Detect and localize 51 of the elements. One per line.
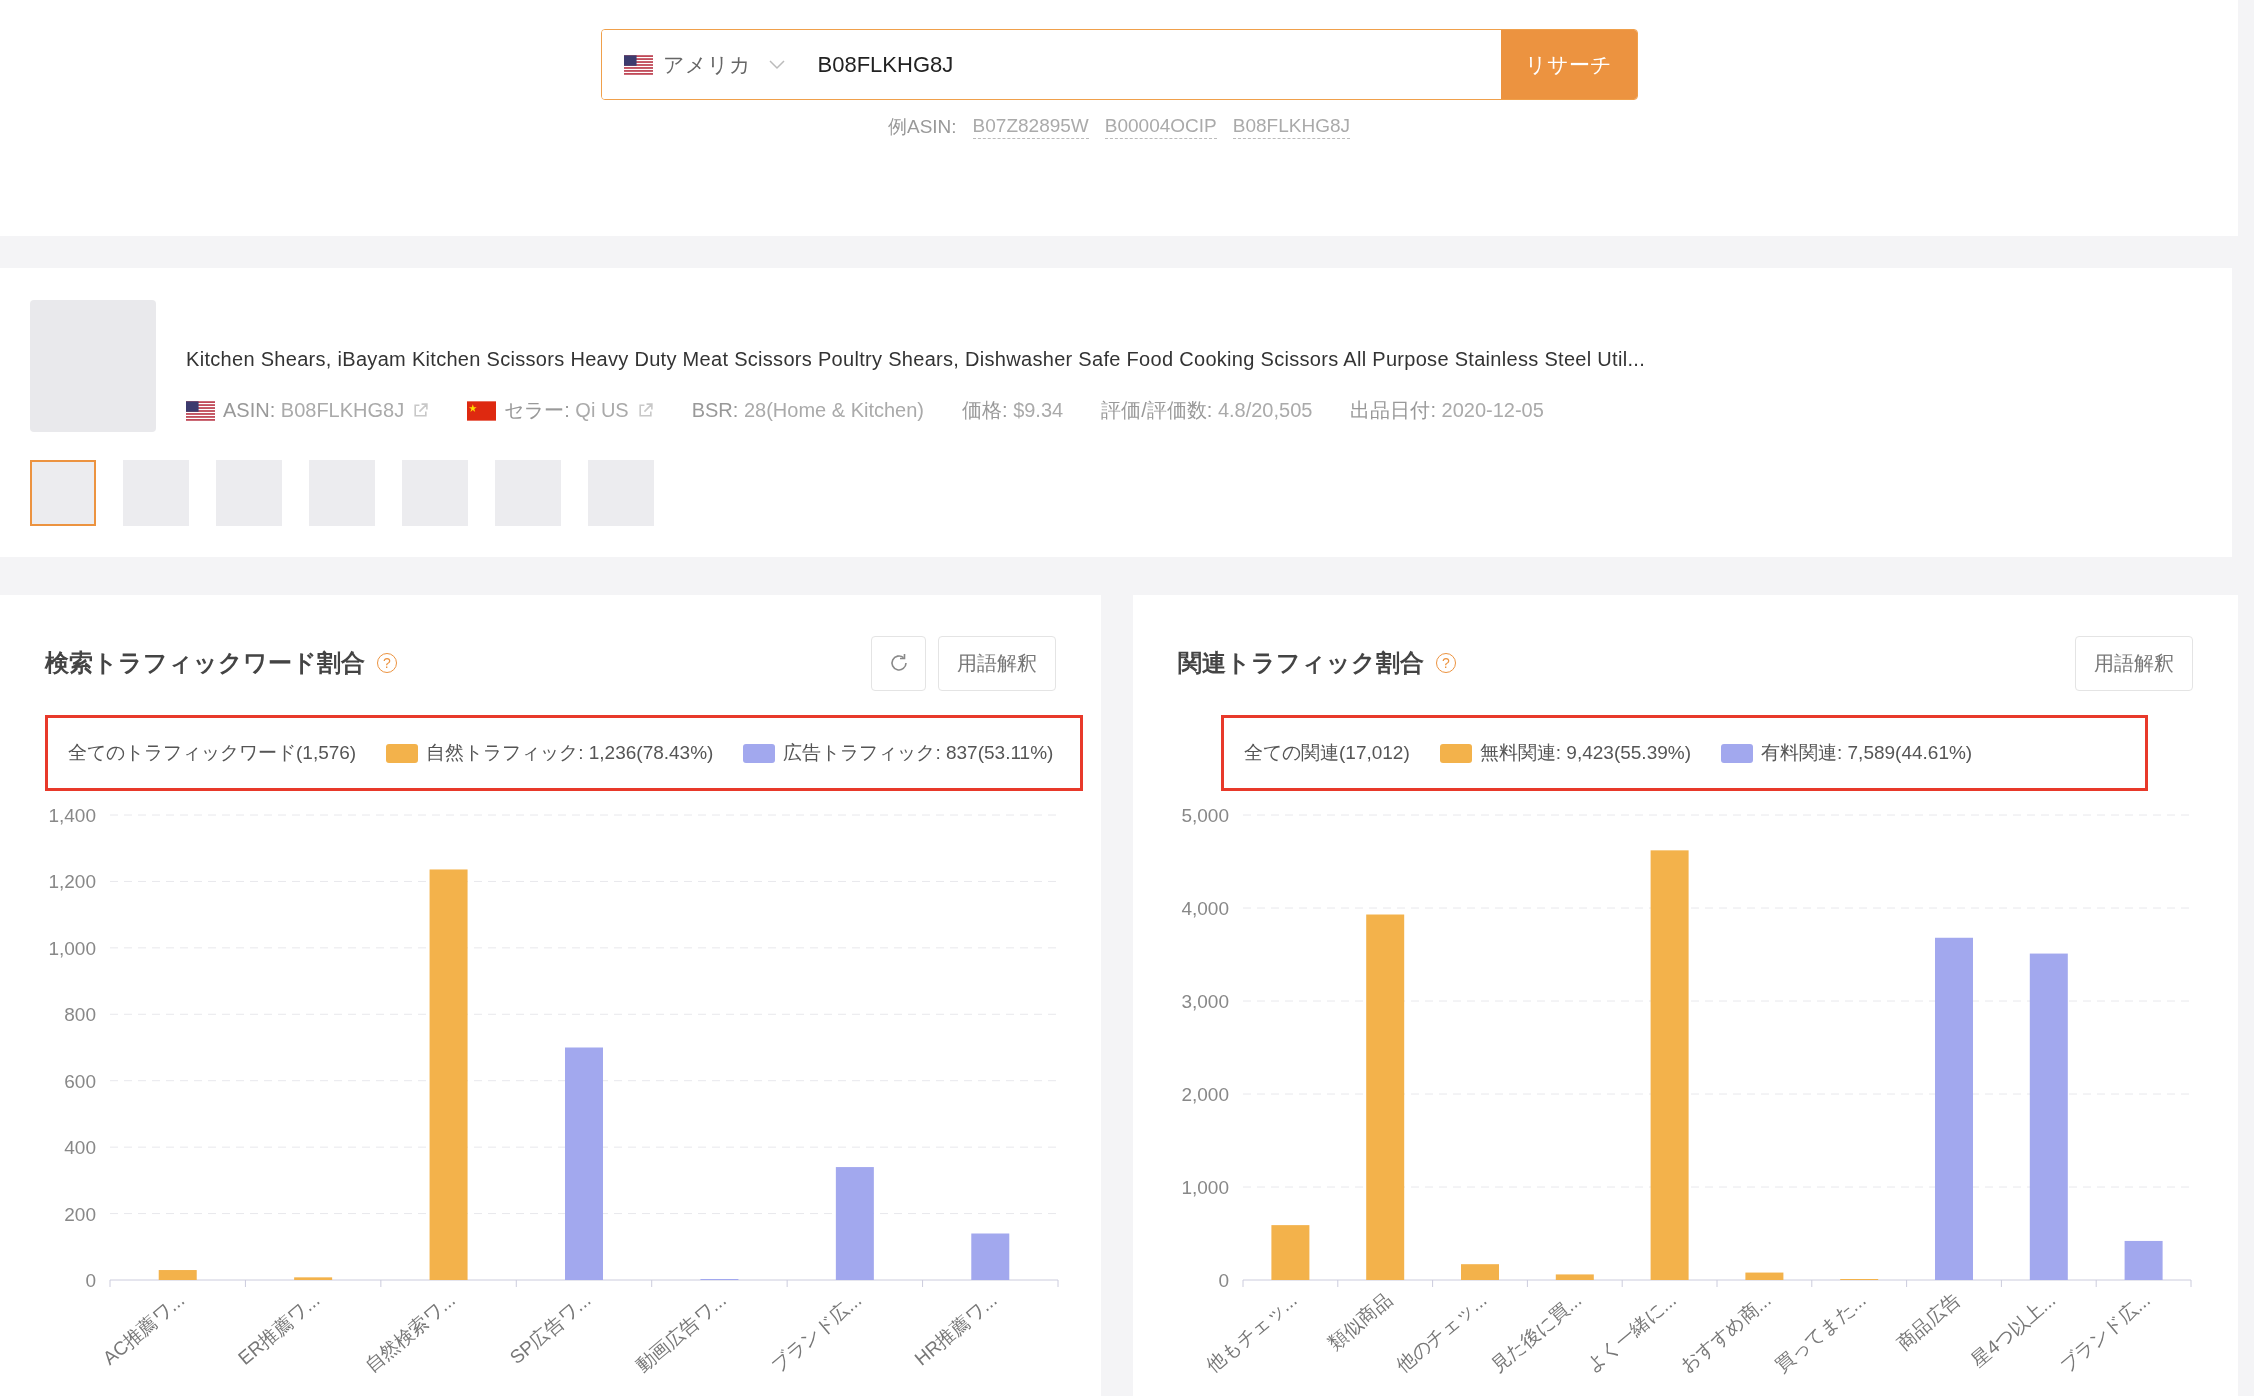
- example-asin-label: 例ASIN:: [888, 115, 957, 139]
- legend-label[interactable]: 有料関連: 7,589(44.61%): [1761, 740, 1973, 766]
- y-axis-label: 1,000: [1181, 1177, 1229, 1198]
- panel-title: 関連トラフィック割合: [1178, 648, 1424, 678]
- x-axis-label: ER推薦ワ...: [234, 1289, 324, 1369]
- y-axis-label: 800: [64, 1004, 96, 1026]
- glossary-button[interactable]: 用語解釈: [938, 635, 1056, 691]
- chevron-down-icon[interactable]: [768, 59, 785, 70]
- y-axis-label: 0: [1218, 1270, 1229, 1291]
- glossary-button[interactable]: 用語解釈: [2075, 635, 2193, 691]
- x-axis-label: 商品広告: [1892, 1289, 1965, 1354]
- us-flag-icon: [186, 400, 215, 421]
- x-axis-label: AC推薦ワ...: [98, 1289, 189, 1369]
- us-flag-icon: [623, 54, 653, 75]
- y-axis-label: 200: [64, 1203, 96, 1225]
- y-axis-label: 1,200: [48, 871, 96, 893]
- x-axis-label: 自然検索ワ...: [360, 1289, 460, 1377]
- legend-label[interactable]: 広告トラフィック: 837(53.11%): [783, 740, 1054, 766]
- product-meta-text: セラー: Qi US: [504, 398, 629, 423]
- y-axis-label: 2,000: [1181, 1084, 1229, 1105]
- china-flag-icon: [467, 400, 497, 421]
- y-axis-label: 1,400: [48, 805, 96, 826]
- y-axis-label: 3,000: [1181, 991, 1229, 1012]
- external-link-icon[interactable]: [636, 402, 654, 419]
- x-axis-label: HR推薦ワ...: [910, 1289, 1001, 1370]
- legend-label[interactable]: 無料関連: 9,423(55.39%): [1479, 740, 1691, 766]
- x-axis-label: 他もチェッ...: [1202, 1289, 1301, 1377]
- product-meta-text: 価格: $9.34: [962, 398, 1064, 423]
- y-axis-label: 4,000: [1181, 898, 1229, 919]
- y-axis-label: 400: [64, 1137, 96, 1159]
- refresh-button[interactable]: [871, 635, 926, 691]
- product-thumbnail[interactable]: [30, 460, 96, 526]
- panel-title: 検索トラフィックワード割合: [45, 648, 365, 678]
- x-axis-label: ブランド広...: [767, 1289, 866, 1377]
- external-link-icon[interactable]: [412, 402, 430, 419]
- x-axis-label: SP広告ワ...: [505, 1289, 595, 1369]
- y-axis-label: 0: [85, 1270, 96, 1291]
- y-axis-label: 600: [64, 1070, 96, 1092]
- product-title: Kitchen Shears, iBayam Kitchen Scissors Heavy Duty Meat Scissors Poultry Shears, Dishwasher Safe Food Cooking Scissors All Purpose Stainless Steel Util...: [186, 348, 1645, 371]
- x-axis-label: 動画広告ワ...: [631, 1289, 730, 1377]
- search-bar[interactable]: アメリカ B08FLKHG8J リサーチ: [600, 29, 1638, 100]
- product-meta-text: 出品日付: 2020-12-05: [1350, 398, 1544, 423]
- legend-label[interactable]: 全てのトラフィックワード(1,576): [68, 740, 357, 766]
- y-axis-label: 5,000: [1181, 805, 1229, 826]
- y-axis-label: 1,000: [48, 937, 96, 959]
- x-axis-label: 類似商品: [1324, 1289, 1396, 1354]
- product-meta-text: ASIN: B08FLKHG8J: [223, 399, 405, 422]
- legend-label[interactable]: 自然トラフィック: 1,236(78.43%): [426, 740, 714, 766]
- legend-label[interactable]: 全ての関連(17,012): [1244, 740, 1410, 766]
- product-meta-text: 評価/評価数: 4.8/20,505: [1101, 398, 1313, 423]
- product-meta-text: BSR: 28(Home & Kitchen): [691, 399, 924, 422]
